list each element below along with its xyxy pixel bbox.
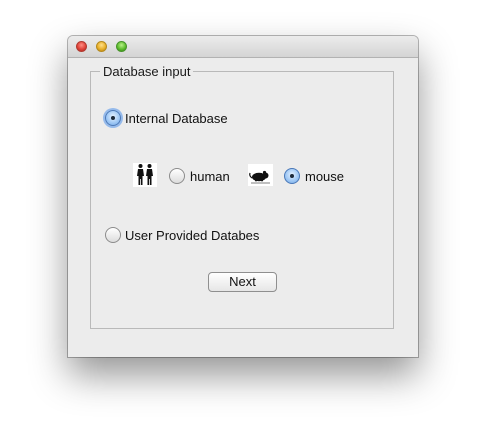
dialog-window: Database input Internal Database human m… <box>68 36 418 357</box>
title-bar[interactable] <box>68 36 418 58</box>
human-radio[interactable] <box>169 168 185 184</box>
zoom-icon[interactable] <box>116 41 127 52</box>
user-provided-database-radio[interactable] <box>105 227 121 243</box>
mouse-radio[interactable] <box>284 168 300 184</box>
screen: Database input Internal Database human m… <box>0 0 499 429</box>
next-button[interactable]: Next <box>208 272 277 292</box>
human-figures-icon <box>133 163 157 187</box>
user-provided-database-label[interactable]: User Provided Databes <box>125 228 259 243</box>
human-label[interactable]: human <box>190 169 230 184</box>
internal-database-radio[interactable] <box>105 110 121 126</box>
minimize-icon[interactable] <box>96 41 107 52</box>
group-title: Database input <box>100 65 194 79</box>
internal-database-label[interactable]: Internal Database <box>125 111 228 126</box>
mouse-label[interactable]: mouse <box>305 169 344 184</box>
close-icon[interactable] <box>76 41 87 52</box>
mouse-icon <box>248 164 273 186</box>
